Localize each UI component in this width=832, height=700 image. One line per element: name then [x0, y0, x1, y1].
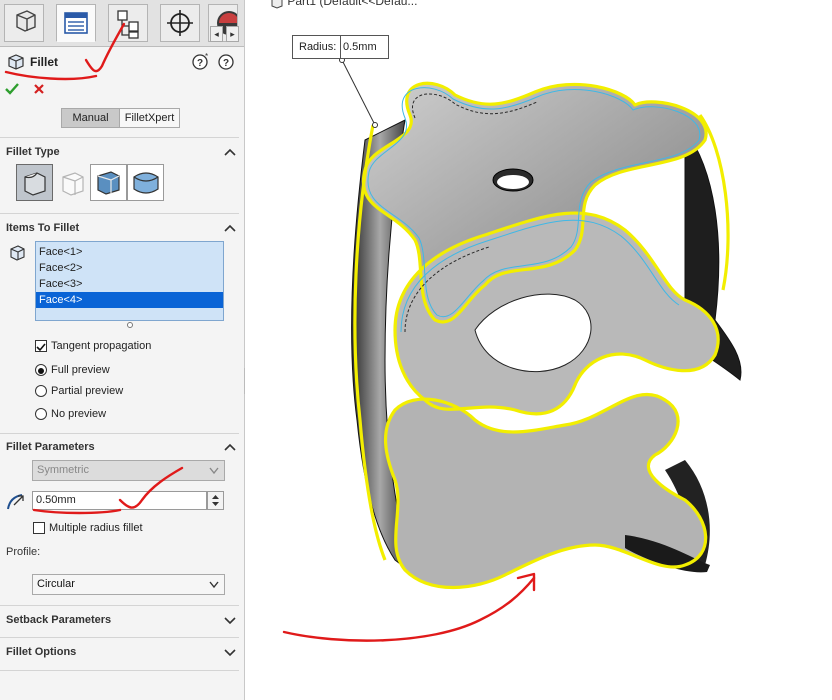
list-item-selected[interactable]: Face<4>	[36, 292, 223, 308]
radius-callout[interactable]: Radius: 0.5mm	[292, 35, 389, 59]
spinner-arrows-icon	[212, 495, 219, 506]
callout-separator	[340, 36, 341, 58]
face-fillet-icon	[97, 171, 120, 195]
no-preview-radio[interactable]	[35, 408, 47, 420]
crosshair-icon	[167, 10, 193, 36]
page-title: Fillet	[30, 55, 59, 69]
manager-tabs: ◂ ▸	[0, 0, 244, 47]
fillet-type-section-title[interactable]: Fillet Type	[6, 146, 60, 158]
chevron-up-icon[interactable]	[224, 223, 236, 233]
list-item[interactable]: Face<2>	[36, 260, 223, 276]
section-divider	[0, 433, 239, 434]
checkmark-icon	[36, 343, 46, 352]
filletxpert-tab-label: FilletXpert	[124, 112, 175, 124]
manual-tab-label: Manual	[72, 112, 109, 124]
ok-checkmark-icon[interactable]	[4, 82, 20, 96]
partial-preview-radio[interactable]	[35, 385, 47, 397]
full-preview-label: Full preview	[51, 364, 110, 376]
cancel-x-icon[interactable]	[32, 82, 46, 96]
radio-dot	[38, 368, 44, 374]
tab-scroll-right-button[interactable]: ▸	[226, 26, 239, 42]
radius-icon	[7, 494, 24, 510]
section-divider	[0, 137, 239, 138]
chevron-up-icon[interactable]	[224, 147, 236, 157]
multiple-radius-checkbox[interactable]	[33, 522, 45, 534]
tangent-propagation-checkbox[interactable]	[35, 340, 47, 352]
svg-text:?: ?	[223, 58, 229, 69]
constant-fillet-icon	[24, 172, 46, 196]
no-preview-label: No preview	[51, 408, 107, 420]
chevron-down-icon[interactable]	[224, 615, 236, 625]
filletxpert-tab-button[interactable]: FilletXpert	[119, 108, 180, 128]
manual-tab-button[interactable]: Manual	[61, 108, 120, 128]
configuration-tree-icon	[117, 10, 139, 39]
face-fillet-button[interactable]	[90, 164, 127, 201]
variable-size-fillet-button[interactable]	[54, 164, 91, 201]
variable-fillet-icon	[62, 172, 84, 196]
profile-value: Circular	[37, 578, 75, 590]
constant-size-fillet-button[interactable]	[16, 164, 53, 201]
chevron-down-icon	[209, 581, 219, 589]
detailed-help-icon[interactable]: ? *	[192, 53, 210, 71]
radius-callout-value[interactable]: 0.5mm	[343, 41, 377, 53]
section-divider	[0, 670, 239, 671]
property-list-icon	[64, 12, 88, 34]
faces-selection-list[interactable]: Face<1> Face<2> Face<3> Face<4>	[35, 241, 224, 321]
chevron-up-icon[interactable]	[224, 442, 236, 452]
fillet-options-section-title[interactable]: Fillet Options	[6, 646, 76, 658]
full-round-fillet-icon	[133, 172, 159, 194]
fillet-parameters-section-title[interactable]: Fillet Parameters	[6, 441, 95, 453]
radius-spinner[interactable]	[207, 491, 224, 510]
partial-preview-label: Partial preview	[51, 385, 124, 397]
face-selection-icon	[10, 245, 25, 261]
callout-leader-line	[339, 57, 378, 128]
profile-select[interactable]: Circular	[32, 574, 225, 595]
configuration-manager-tab[interactable]	[108, 4, 148, 42]
fillet-method-select[interactable]: Symmetric	[32, 460, 225, 481]
list-item[interactable]: Face<3>	[36, 276, 223, 292]
section-divider	[0, 637, 239, 638]
dimxpert-tab[interactable]	[160, 4, 200, 42]
fillet-feature-icon	[8, 54, 24, 70]
radius-input[interactable]: 0.50mm	[32, 491, 207, 510]
profile-label: Profile:	[6, 546, 41, 558]
graphics-viewport[interactable]: Part1 (Default<<Defau...	[245, 0, 832, 700]
radius-callout-label: Radius:	[299, 41, 337, 53]
feature-manager-tab[interactable]	[4, 4, 44, 42]
tangent-propagation-label: Tangent propagation	[51, 340, 152, 352]
tab-scroll-left-button[interactable]: ◂	[210, 26, 223, 42]
setback-parameters-section-title[interactable]: Setback Parameters	[6, 614, 111, 626]
full-round-fillet-button[interactable]	[127, 164, 164, 201]
chevron-down-icon[interactable]	[224, 647, 236, 657]
part-tree-icon	[16, 10, 36, 32]
property-manager-tab[interactable]	[56, 4, 96, 42]
list-resize-handle[interactable]	[126, 321, 134, 329]
list-item[interactable]: Face<1>	[36, 244, 223, 260]
property-manager-panel: ◂ ▸ Fillet ? * ? Manual FilletXpert Fill…	[0, 0, 245, 700]
full-preview-radio[interactable]	[35, 364, 47, 376]
multiple-radius-label: Multiple radius fillet	[49, 522, 143, 534]
svg-text:?: ?	[197, 58, 203, 69]
fillet-method-value: Symmetric	[37, 464, 89, 476]
help-icon[interactable]: ?	[217, 53, 235, 71]
section-divider	[0, 213, 239, 214]
chevron-down-icon	[209, 467, 219, 475]
items-to-fillet-section-title[interactable]: Items To Fillet	[6, 222, 79, 234]
section-divider	[0, 605, 239, 606]
svg-text:*: *	[205, 53, 208, 61]
